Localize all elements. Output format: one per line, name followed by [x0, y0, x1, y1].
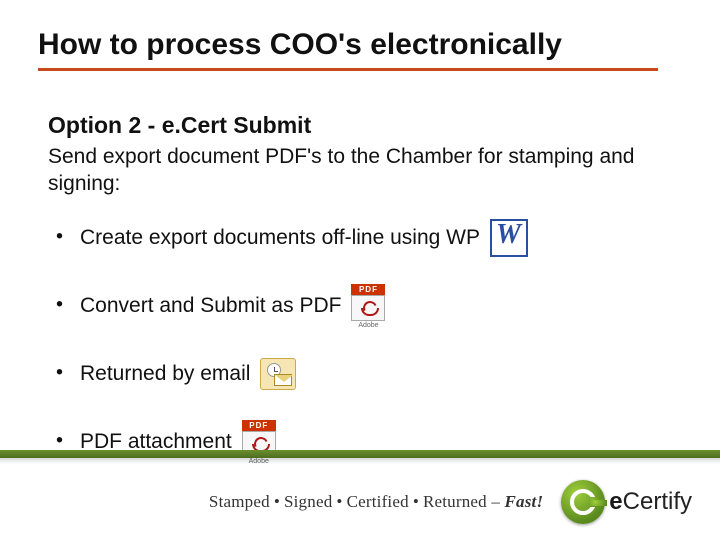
outlook-email-icon [260, 358, 296, 390]
word-icon [490, 219, 528, 257]
slide-title: How to process COO's electronically [38, 28, 658, 71]
list-item: Create export documents off-line using W… [56, 218, 676, 258]
list-item: Returned by email [56, 354, 676, 394]
divider-band [0, 450, 720, 458]
pdf-adobe-icon: PDF Adobe [351, 284, 385, 329]
list-item: Convert and Submit as PDF PDF Adobe [56, 286, 676, 326]
bullet-text: Returned by email [80, 362, 250, 386]
ecertify-wordmark: eCertify [609, 488, 692, 516]
footer-tagline: Stamped•Signed•Certified•Returned – Fast… [209, 492, 543, 512]
pdf-badge: PDF [351, 284, 385, 295]
bullet-text: Convert and Submit as PDF [80, 294, 341, 318]
intro-text: Send export document PDF's to the Chambe… [48, 144, 648, 198]
bullet-text: Create export documents off-line using W… [80, 226, 480, 250]
adobe-label: Adobe [358, 322, 378, 329]
option-subtitle: Option 2 - e.Cert Submit [48, 112, 311, 139]
footer: Stamped•Signed•Certified•Returned – Fast… [0, 464, 720, 540]
ecertify-logo: eCertify [561, 480, 692, 524]
ecertify-mark-icon [561, 480, 605, 524]
pdf-badge: PDF [242, 420, 276, 431]
